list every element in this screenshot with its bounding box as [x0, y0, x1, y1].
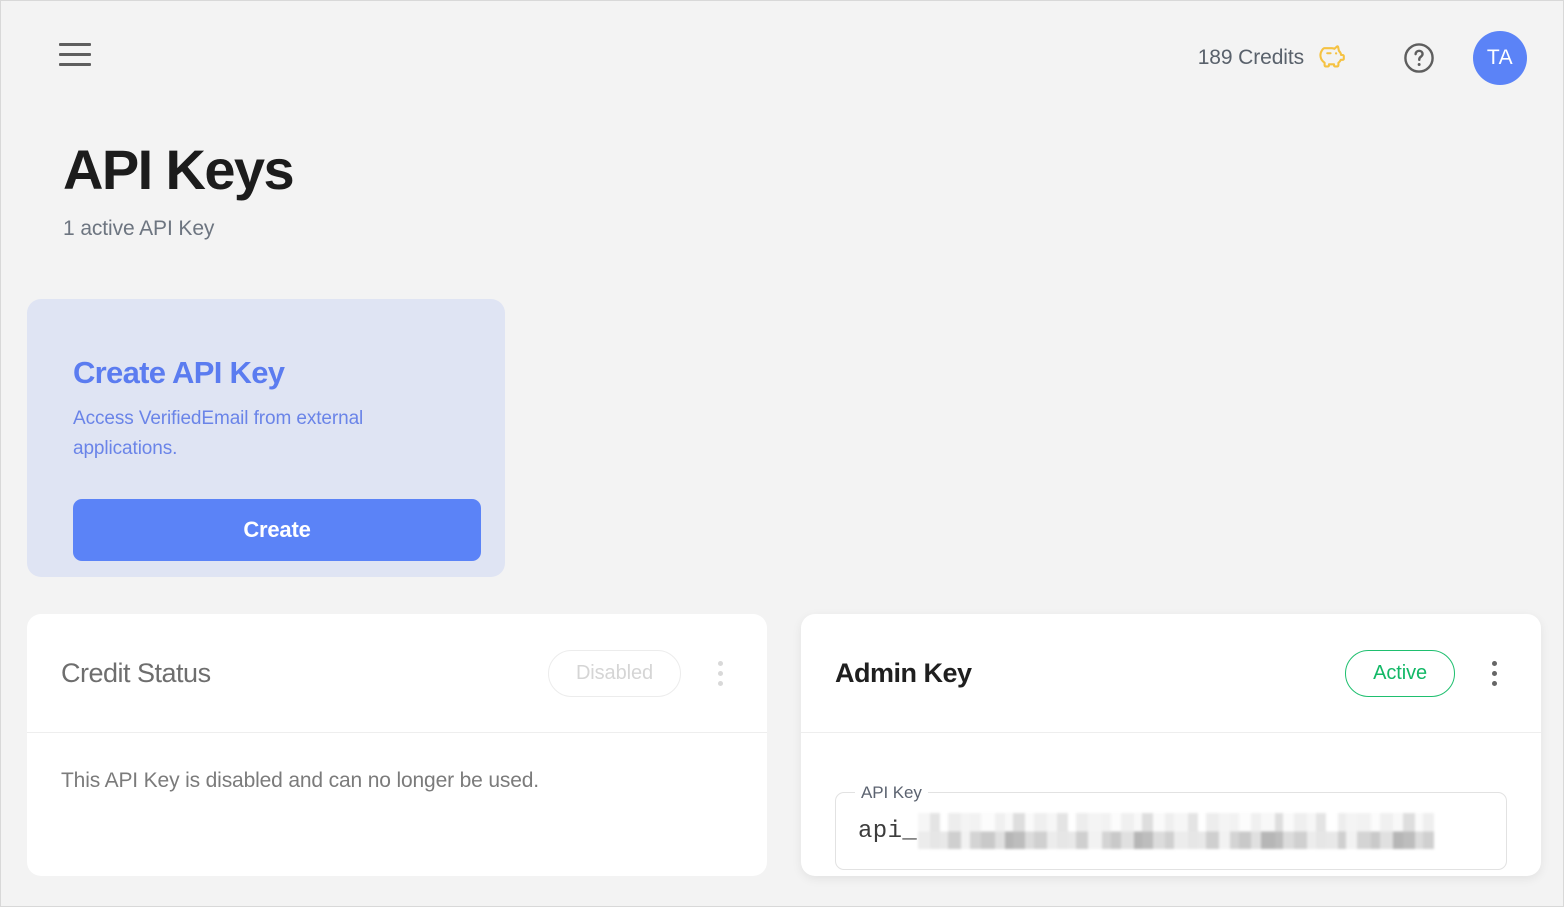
credits-label: 189 Credits — [1197, 46, 1304, 69]
api-key-prefix: api_ — [858, 817, 918, 845]
redaction-block — [940, 813, 949, 849]
help-button[interactable] — [1395, 34, 1443, 82]
redaction-block — [1346, 813, 1358, 849]
kebab-menu-icon[interactable] — [1481, 656, 1507, 690]
redaction-block — [1142, 813, 1154, 849]
redaction-block — [1423, 813, 1435, 849]
redaction-block — [1393, 813, 1404, 849]
top-bar: 189 Credits TA — [1, 1, 1564, 109]
redaction-block — [970, 813, 982, 849]
redaction-block — [1403, 813, 1416, 849]
redaction-block — [1005, 813, 1014, 849]
redaction-block — [1188, 813, 1199, 849]
card-header-actions: Active — [1345, 649, 1507, 697]
redaction-block — [1261, 813, 1276, 849]
redaction-block — [1111, 813, 1122, 849]
redaction-block — [1068, 813, 1077, 849]
redaction-block — [1121, 813, 1135, 849]
card-header-actions: Disabled — [547, 649, 733, 697]
redaction-block — [1239, 813, 1252, 849]
status-badge[interactable]: Disabled — [547, 649, 681, 697]
redaction-block — [1047, 813, 1058, 849]
api-key-field-label: API Key — [855, 783, 928, 803]
api-key-redacted-mask — [918, 813, 1435, 849]
redaction-block — [1357, 813, 1372, 849]
redaction-block — [995, 813, 1006, 849]
kebab-dot — [717, 660, 723, 666]
redaction-block — [1275, 813, 1284, 849]
redaction-block — [1025, 813, 1035, 849]
admin-key-card: Admin Key Active API Key api_ — [801, 614, 1541, 876]
redaction-block — [1326, 813, 1339, 849]
redaction-block — [1380, 813, 1394, 849]
redaction-block — [1102, 813, 1112, 849]
card-body: API Key api_ — [801, 733, 1541, 870]
redaction-block — [1013, 813, 1026, 849]
card-body: This API Key is disabled and can no long… — [27, 733, 767, 793]
credits-indicator[interactable]: 189 Credits — [1188, 36, 1355, 80]
redaction-block — [1338, 813, 1347, 849]
hamburger-menu-icon[interactable] — [59, 39, 93, 69]
redaction-block — [1165, 813, 1175, 849]
hamburger-line — [59, 42, 91, 46]
card-body-text: This API Key is disabled and can no long… — [61, 769, 539, 792]
card-title: Credit Status — [61, 657, 211, 688]
redaction-block — [1316, 813, 1327, 849]
page-title: API Keys — [63, 138, 295, 201]
kebab-dot — [1491, 670, 1497, 676]
redaction-block — [1251, 813, 1262, 849]
redaction-block — [948, 813, 962, 849]
status-badge[interactable]: Active — [1345, 649, 1455, 697]
question-circle-icon — [1404, 43, 1434, 73]
redaction-block — [1198, 813, 1207, 849]
redaction-block — [1219, 813, 1231, 849]
redaction-block — [1415, 813, 1424, 849]
credit-status-card: Credit Status Disabled This API Key is d… — [27, 614, 767, 876]
redaction-block — [1076, 813, 1089, 849]
hamburger-line — [59, 52, 91, 56]
redaction-block — [1294, 813, 1308, 849]
redaction-block — [1153, 813, 1166, 849]
page-subtitle: 1 active API Key — [63, 216, 215, 240]
redaction-block — [1057, 813, 1069, 849]
redaction-block — [918, 813, 931, 849]
user-avatar[interactable]: TA — [1473, 31, 1527, 85]
redaction-block — [1088, 813, 1103, 849]
create-card-title: Create API Key — [73, 355, 285, 390]
redaction-block — [1230, 813, 1240, 849]
redaction-block — [1134, 813, 1143, 849]
redaction-block — [1371, 813, 1381, 849]
redaction-block — [1034, 813, 1048, 849]
kebab-dot — [1491, 680, 1497, 686]
top-bar-actions: 189 Credits TA — [1188, 31, 1527, 85]
redaction-block — [1174, 813, 1189, 849]
kebab-dot — [717, 670, 723, 676]
redaction-block — [961, 813, 971, 849]
kebab-dot — [717, 680, 723, 686]
create-button[interactable]: Create — [73, 498, 481, 561]
card-header: Credit Status Disabled — [27, 614, 767, 733]
redaction-block — [981, 813, 996, 849]
hamburger-line — [59, 62, 91, 66]
api-key-field[interactable]: API Key api_ — [835, 783, 1507, 870]
page-header: API Keys 1 active API Key — [63, 138, 295, 241]
piggy-bank-icon — [1315, 42, 1345, 74]
redaction-block — [1206, 813, 1220, 849]
card-title: Admin Key — [835, 657, 972, 688]
kebab-dot — [1491, 660, 1497, 666]
api-key-value: api_ — [858, 813, 1484, 849]
create-card-description: Access VerifiedEmail from external appli… — [73, 408, 364, 460]
kebab-menu-icon[interactable] — [707, 656, 733, 690]
card-header: Admin Key Active — [801, 614, 1541, 733]
avatar-initials: TA — [1486, 46, 1514, 69]
redaction-block — [1307, 813, 1317, 849]
redaction-block — [1283, 813, 1295, 849]
create-api-key-card: Create API Key Access VerifiedEmail from… — [27, 299, 505, 577]
redaction-block — [930, 813, 941, 849]
